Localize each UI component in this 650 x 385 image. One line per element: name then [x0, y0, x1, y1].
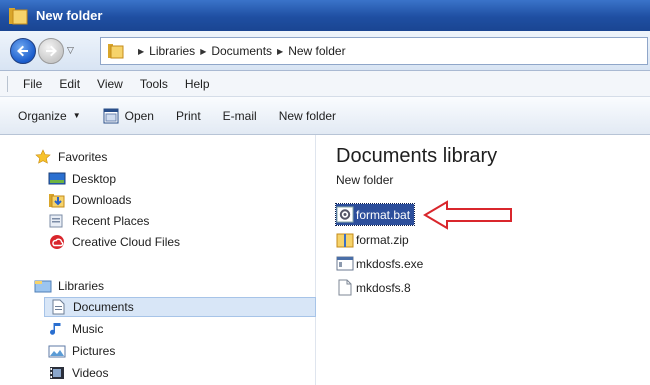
window-title: New folder	[36, 8, 103, 23]
nav-downloads[interactable]: Downloads	[48, 190, 131, 210]
pictures-icon	[48, 345, 66, 358]
star-icon	[35, 149, 51, 164]
file-name: format.zip	[356, 232, 409, 247]
nav-label: Music	[72, 322, 104, 336]
address-bar: ▽ ▶ Libraries ▶ Documents ▶ New folder	[0, 31, 650, 71]
new-folder-label: New folder	[278, 108, 337, 123]
documents-icon	[52, 299, 65, 315]
nav-creative-cloud[interactable]: Creative Cloud Files	[48, 232, 180, 252]
red-arrow-icon	[423, 200, 512, 230]
desktop-icon	[48, 172, 66, 185]
print-label: Print	[175, 108, 201, 123]
breadcrumb-libraries[interactable]: Libraries	[149, 44, 195, 58]
menu-bar: File Edit View Tools Help	[0, 71, 650, 97]
menu-tools[interactable]: Tools	[140, 77, 168, 91]
breadcrumb: ▶ Libraries ▶ Documents ▶ New folder	[133, 44, 346, 58]
folder-icon	[9, 7, 28, 24]
libraries-icon	[34, 280, 52, 293]
content-pane: Documents library New folder format.bat …	[320, 135, 650, 385]
file-item[interactable]: mkdosfs.exe	[336, 253, 427, 274]
back-button[interactable]	[10, 37, 36, 64]
organize-label: Organize	[18, 108, 67, 123]
nav-pictures[interactable]: Pictures	[48, 341, 115, 361]
open-label: Open	[124, 108, 154, 123]
zip-folder-icon	[336, 233, 354, 248]
forward-button[interactable]	[38, 37, 64, 64]
menu-view[interactable]: View	[97, 77, 123, 91]
nav-label: Favorites	[58, 150, 108, 164]
new-folder-button[interactable]: New folder	[279, 109, 336, 123]
recent-places-icon	[49, 214, 63, 228]
nav-label: Pictures	[72, 344, 116, 358]
nav-label: Downloads	[72, 193, 132, 207]
library-title: Documents library	[336, 145, 498, 167]
nav-libraries[interactable]: Libraries	[34, 276, 104, 296]
chevron-right-icon[interactable]: ▶	[277, 47, 283, 56]
nav-documents[interactable]: Documents	[44, 297, 316, 317]
videos-icon	[50, 367, 64, 379]
menu-help[interactable]: Help	[185, 77, 210, 91]
organize-button[interactable]: Organize ▼	[18, 109, 81, 123]
title-bar: New folder	[0, 0, 650, 31]
library-subtitle: New folder	[336, 173, 394, 187]
email-button[interactable]: E-mail	[223, 109, 257, 123]
open-button[interactable]: Open	[103, 108, 154, 124]
nav-favorites[interactable]: Favorites	[34, 147, 107, 167]
chevron-right-icon[interactable]: ▶	[138, 47, 144, 56]
print-button[interactable]: Print	[176, 109, 201, 123]
folder-icon	[108, 44, 124, 59]
email-label: E-mail	[222, 108, 257, 123]
nav-recent-places[interactable]: Recent Places	[48, 211, 149, 231]
address-field[interactable]: ▶ Libraries ▶ Documents ▶ New folder	[100, 37, 648, 65]
nav-label: Videos	[72, 366, 109, 380]
menu-edit[interactable]: Edit	[59, 77, 80, 91]
nav-videos[interactable]: Videos	[48, 363, 108, 383]
file-item[interactable]: format.zip	[336, 229, 413, 250]
nav-label: Desktop	[72, 172, 117, 186]
nav-music[interactable]: Music	[48, 319, 103, 339]
menu-file[interactable]: File	[23, 77, 42, 91]
open-icon	[103, 108, 119, 123]
executable-icon	[336, 256, 354, 271]
chevron-right-icon[interactable]: ▶	[200, 47, 206, 56]
file-item[interactable]: format.bat	[334, 203, 416, 226]
blank-file-icon	[338, 279, 352, 296]
breadcrumb-documents[interactable]: Documents	[211, 44, 272, 58]
navigation-pane: Favorites Desktop Downloads Recent Place…	[18, 135, 316, 385]
file-name: mkdosfs.exe	[356, 256, 424, 271]
nav-label: Creative Cloud Files	[72, 235, 181, 249]
creative-cloud-icon	[50, 235, 64, 249]
downloads-folder-icon	[49, 194, 65, 208]
nav-label: Libraries	[58, 279, 105, 293]
file-item[interactable]: mkdosfs.8	[336, 277, 415, 298]
recent-pages-chevron-icon[interactable]: ▽	[67, 45, 77, 56]
nav-label: Recent Places	[72, 214, 150, 228]
file-name: mkdosfs.8	[356, 280, 411, 295]
toolbar-grip	[7, 75, 9, 92]
back-arrow-icon	[17, 45, 28, 56]
file-name: format.bat	[356, 207, 411, 222]
breadcrumb-new-folder[interactable]: New folder	[288, 44, 345, 58]
music-icon	[50, 323, 61, 335]
dropdown-caret-icon: ▼	[72, 111, 81, 120]
nav-desktop[interactable]: Desktop	[48, 169, 116, 189]
nav-label: Documents	[73, 300, 134, 314]
forward-arrow-icon	[46, 45, 57, 56]
batch-file-icon	[336, 206, 354, 223]
command-bar: Organize ▼ Open Print E-mail New folder	[0, 97, 650, 135]
